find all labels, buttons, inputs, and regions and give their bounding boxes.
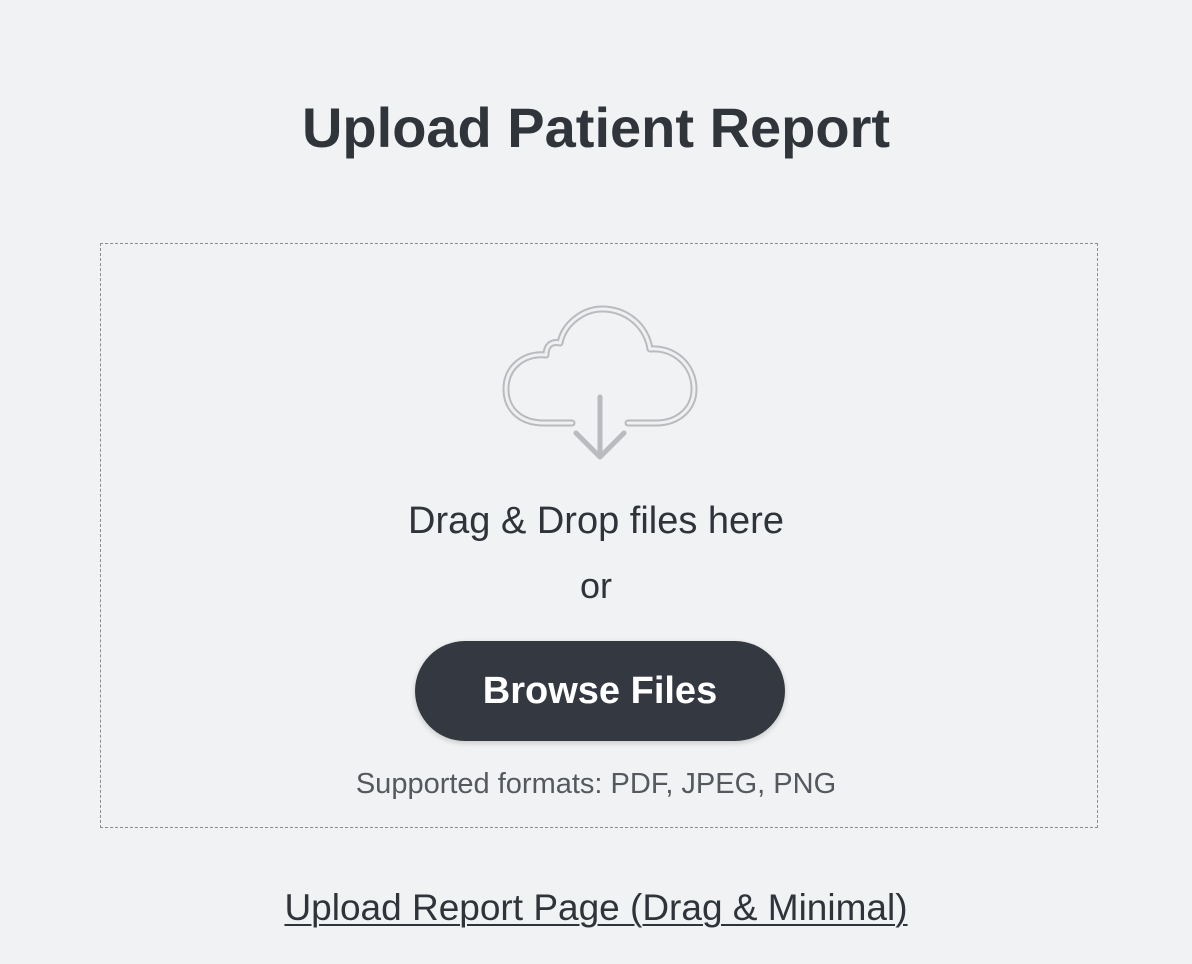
page-title: Upload Patient Report [301, 96, 891, 159]
browse-files-button[interactable]: Browse Files [415, 641, 785, 741]
supported-formats-text: Supported formats: PDF, JPEG, PNG [355, 768, 837, 800]
footer-link-container: Upload Report Page (Drag & Minimal) [0, 885, 1192, 931]
or-separator: or [579, 565, 612, 606]
upload-page: Upload Patient Report Drag & Drop files … [0, 0, 1192, 964]
drag-drop-text: Drag & Drop files here [408, 500, 784, 542]
cloud-download-icon [502, 305, 698, 460]
upload-report-page-link[interactable]: Upload Report Page (Drag & Minimal) [284, 887, 907, 928]
